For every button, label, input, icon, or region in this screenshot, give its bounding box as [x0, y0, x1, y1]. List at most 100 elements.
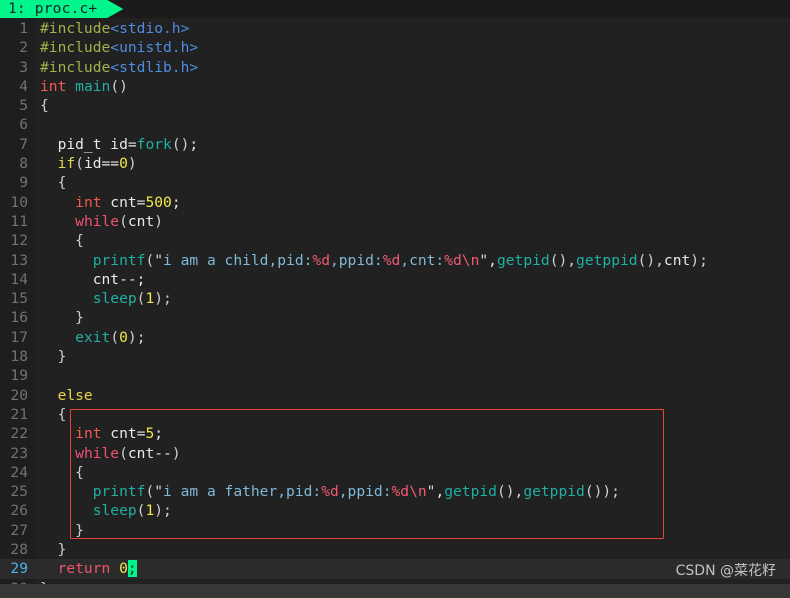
code-token: ;: [189, 135, 199, 153]
code-line[interactable]: 24 {: [0, 462, 790, 483]
code-token: cnt--;: [40, 270, 146, 288]
code-line-text: while(cnt): [36, 212, 163, 231]
code-line[interactable]: 7 pid_t id=fork();: [0, 134, 790, 155]
code-line-text: cnt--;: [36, 270, 146, 289]
code-token: cnt: [663, 251, 691, 269]
code-token: {: [40, 463, 84, 481]
code-line[interactable]: 17 exit(0);: [0, 327, 790, 348]
code-line[interactable]: 16 }: [0, 308, 790, 328]
line-number: 18: [0, 347, 36, 367]
code-token: int: [75, 193, 102, 211]
code-line[interactable]: 12 {: [0, 231, 790, 251]
code-token: ": [479, 251, 489, 269]
line-number: 16: [0, 308, 36, 328]
code-line-text: {: [36, 463, 84, 482]
code-token: );: [127, 328, 146, 346]
code-token: ): [127, 155, 137, 173]
line-number: 22: [0, 424, 36, 444]
code-line[interactable]: 19: [0, 366, 790, 386]
code-line[interactable]: 5{: [0, 96, 790, 116]
code-token: (: [145, 251, 155, 269]
tab-proc-c[interactable]: 1: proc.c+: [0, 0, 123, 18]
code-line[interactable]: 23 while(cnt--): [0, 443, 790, 463]
code-token: {: [40, 97, 49, 115]
code-line-text: else: [36, 386, 93, 405]
code-line[interactable]: 1 #include<stdio.h>: [0, 19, 790, 39]
code-token: %d: [444, 251, 462, 269]
code-token: \n: [409, 483, 427, 501]
code-line[interactable]: 4 int main(): [0, 76, 790, 97]
code-line[interactable]: 26 sleep(1);: [0, 501, 790, 521]
code-token: (: [145, 483, 155, 501]
code-line[interactable]: 18 }: [0, 347, 790, 367]
line-number: 21: [0, 404, 36, 425]
code-editor-area[interactable]: 1 #include<stdio.h> 2 #include<unistd.h> 3 #i…: [0, 18, 790, 598]
line-number: 9: [0, 173, 36, 193]
code-token: getpid: [444, 483, 497, 501]
code-line-text: {: [36, 405, 67, 424]
line-number: 3: [0, 57, 36, 77]
code-token: while: [75, 444, 120, 462]
code-line[interactable]: 21 {: [0, 404, 790, 425]
text-cursor: ;: [127, 560, 137, 578]
code-line[interactable]: 22 int cnt=5;: [0, 424, 790, 444]
code-token: );: [154, 290, 172, 308]
code-line[interactable]: 2 #include<unistd.h>: [0, 38, 790, 58]
code-token: if: [57, 155, 76, 173]
code-line[interactable]: 27 }: [0, 520, 790, 541]
code-line-text: [36, 366, 40, 385]
code-token: 1: [145, 502, 155, 520]
code-token: %d: [382, 251, 401, 269]
line-number: 4: [0, 76, 36, 97]
code-line-text: exit(0);: [36, 328, 145, 347]
line-number: 28: [0, 540, 36, 560]
code-token: cnt--: [127, 444, 172, 462]
code-line-text: pid_t id=fork();: [36, 135, 199, 154]
code-line[interactable]: 14 cnt--;: [0, 269, 790, 290]
tab-label: 1: proc.c+: [8, 1, 98, 17]
code-line[interactable]: 20 else: [0, 385, 790, 405]
code-line-text: while(cnt--): [36, 444, 180, 463]
code-token: int: [40, 77, 67, 95]
code-line[interactable]: 13 printf("i am a child,pid:%d,ppid:%d,c…: [0, 250, 790, 270]
code-token: (),: [637, 251, 664, 269]
code-line-text: #include<stdio.h>: [36, 19, 189, 38]
code-line[interactable]: 29 return 0;: [0, 559, 790, 579]
code-line[interactable]: 10 int cnt=500;: [0, 192, 790, 212]
code-token: cnt: [127, 212, 155, 230]
line-number: 27: [0, 520, 36, 541]
code-token: 5: [145, 425, 155, 443]
code-line[interactable]: 3 #include<stdlib.h>: [0, 57, 790, 77]
code-token: (),: [549, 251, 577, 269]
line-number: 29: [0, 559, 36, 579]
code-token: printf: [92, 251, 146, 269]
code-line[interactable]: 8 if(id==0): [0, 154, 790, 174]
code-line[interactable]: 28 }: [0, 540, 790, 560]
code-line[interactable]: 6: [0, 115, 790, 135]
line-number: 7: [0, 134, 36, 155]
code-line-text: {: [36, 173, 67, 192]
line-number: 11: [0, 211, 36, 232]
code-token: int: [75, 425, 102, 443]
code-token: sleep: [92, 502, 137, 520]
line-number: 5: [0, 96, 36, 116]
code-line[interactable]: 9 {: [0, 173, 790, 193]
code-token: 500: [145, 193, 172, 211]
code-line[interactable]: 25 printf("i am a father,pid:%d,ppid:%d\…: [0, 482, 790, 502]
code-line[interactable]: 15 sleep(1);: [0, 289, 790, 309]
code-token: ;: [154, 425, 164, 443]
code-token: i am a child,pid:: [163, 251, 313, 269]
code-line-text: int main(): [36, 77, 128, 96]
code-line[interactable]: 11 while(cnt): [0, 211, 790, 232]
code-token: ,cnt:: [400, 251, 445, 269]
